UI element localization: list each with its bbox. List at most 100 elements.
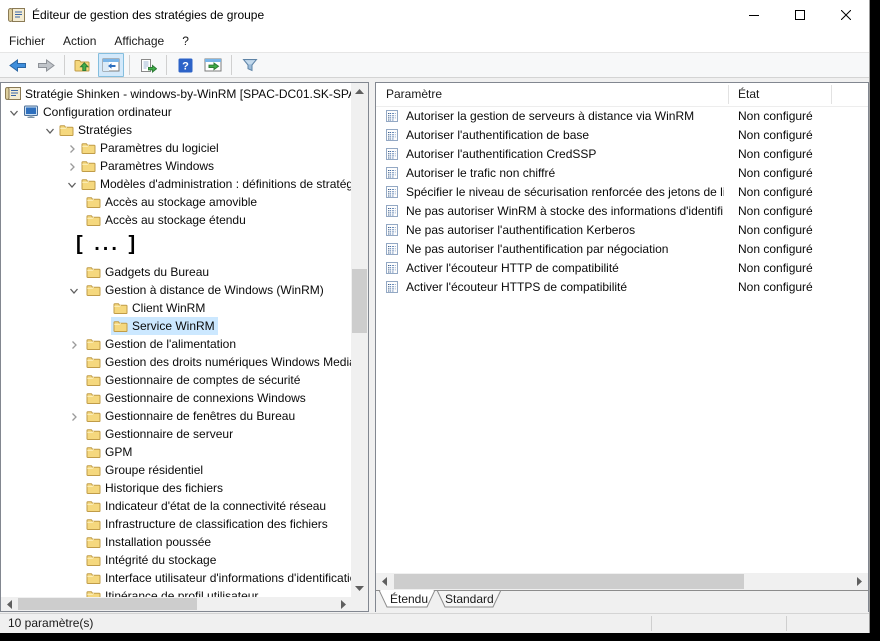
tree-item[interactable]: Service WinRM [1, 317, 351, 335]
chevron-down-icon[interactable] [67, 179, 77, 189]
status-bar: 10 paramètre(s) [0, 613, 869, 633]
close-button[interactable] [823, 0, 869, 30]
tree-item[interactable]: Itinérance de profil utilisateur [1, 587, 351, 597]
chevron-right-icon[interactable] [69, 411, 79, 421]
param-row[interactable]: Spécifier le niveau de sécurisation renf… [376, 183, 868, 202]
tab-standard[interactable]: Standard [445, 592, 494, 606]
chevron-right-icon[interactable] [67, 143, 77, 153]
scroll-left-icon[interactable] [1, 597, 17, 611]
tree-item-label: Infrastructure de classification des fic… [105, 515, 328, 533]
param-row[interactable]: Ne pas autoriser WinRM à stocke des info… [376, 202, 868, 221]
param-row[interactable]: Activer l'écouteur HTTP de compatibilité… [376, 259, 868, 278]
scrollbar-thumb[interactable] [18, 598, 197, 610]
scroll-left-icon[interactable] [376, 573, 393, 590]
column-header-etat[interactable]: État [738, 87, 759, 101]
tree-item[interactable]: Accès au stockage étendu [1, 211, 351, 229]
param-name[interactable]: Autoriser l'authentification de base [406, 128, 589, 142]
tree-horizontal-scrollbar[interactable] [1, 597, 351, 611]
menu-affichage[interactable]: Affichage [105, 31, 173, 51]
tree-item[interactable]: Stratégies [1, 121, 351, 139]
help-button[interactable]: ? [172, 53, 198, 77]
param-row[interactable]: Autoriser l'authentification de baseNon … [376, 126, 868, 145]
column-divider[interactable] [728, 85, 729, 104]
chevron-down-icon[interactable] [69, 285, 79, 295]
tree-item[interactable]: Infrastructure de classification des fic… [1, 515, 351, 533]
tree-item[interactable]: Intégrité du stockage [1, 551, 351, 569]
param-name[interactable]: Autoriser le trafic non chiffré [406, 166, 555, 180]
tree-item[interactable]: Gestion des droits numériques Windows Me… [1, 353, 351, 371]
tab-etendu[interactable]: Étendu [390, 592, 428, 606]
filter-icon [242, 58, 258, 72]
menu-action[interactable]: Action [54, 31, 105, 51]
scrollbar-thumb[interactable] [352, 269, 367, 333]
console-tree-button[interactable] [98, 53, 124, 77]
back-button[interactable] [5, 53, 31, 77]
forward-button[interactable] [33, 53, 59, 77]
param-name[interactable]: Activer l'écouteur HTTPS de compatibilit… [406, 280, 627, 294]
chevron-down-icon[interactable] [9, 107, 19, 117]
tree-item[interactable]: Configuration ordinateur [1, 103, 351, 121]
tree-item[interactable]: Gestionnaire de comptes de sécurité [1, 371, 351, 389]
tree-item[interactable]: Gestion à distance de Windows (WinRM) [1, 281, 351, 299]
folder-icon [86, 464, 101, 476]
console-tree-pane: Stratégie Shinken - windows-by-WinRM [SP… [0, 82, 369, 612]
tree-item[interactable]: Accès au stockage amovible [1, 193, 351, 211]
scroll-right-icon[interactable] [851, 573, 868, 590]
scroll-up-icon[interactable] [351, 83, 368, 100]
tree-item[interactable]: Client WinRM [1, 299, 351, 317]
tree-item-label: Gestionnaire de fenêtres du Bureau [105, 407, 295, 425]
param-name[interactable]: Ne pas autoriser l'authentification Kerb… [406, 223, 635, 237]
param-row[interactable]: Autoriser l'authentification CredSSPNon … [376, 145, 868, 164]
minimize-button[interactable] [731, 0, 777, 30]
param-name[interactable]: Activer l'écouteur HTTP de compatibilité [406, 261, 619, 275]
tree-item[interactable]: Interface utilisateur d'informations d'i… [1, 569, 351, 587]
scroll-down-icon[interactable] [351, 580, 368, 597]
tree-item[interactable]: Groupe résidentiel [1, 461, 351, 479]
column-header-parametre[interactable]: Paramètre [386, 87, 442, 101]
param-name[interactable]: Ne pas autoriser WinRM à stocke des info… [406, 204, 724, 218]
filter-button[interactable] [237, 53, 263, 77]
menu-fichier[interactable]: Fichier [0, 31, 54, 51]
param-row[interactable]: Autoriser le trafic non chiffréNon confi… [376, 164, 868, 183]
maximize-button[interactable] [777, 0, 823, 30]
param-name[interactable]: Autoriser l'authentification CredSSP [406, 147, 596, 161]
tree-item[interactable]: Gadgets du Bureau [1, 263, 351, 281]
scroll-right-icon[interactable] [335, 597, 351, 611]
scrollbar-thumb[interactable] [394, 574, 744, 589]
param-row[interactable]: Activer l'écouteur HTTPS de compatibilit… [376, 278, 868, 297]
param-name[interactable]: Ne pas autoriser l'authentification par … [406, 242, 668, 256]
tree-item[interactable]: Gestionnaire de fenêtres du Bureau [1, 407, 351, 425]
folder-icon [81, 178, 96, 190]
tree-item-label: Service WinRM [132, 317, 215, 335]
list-horizontal-scrollbar[interactable] [376, 573, 868, 590]
tree-item[interactable]: Modèles d'administration : définitions d… [1, 175, 351, 193]
param-row[interactable]: Ne pas autoriser l'authentification Kerb… [376, 221, 868, 240]
tree-item[interactable]: Installation poussée [1, 533, 351, 551]
tree-item[interactable]: Gestionnaire de connexions Windows [1, 389, 351, 407]
show-window-button[interactable] [200, 53, 226, 77]
param-name[interactable]: Spécifier le niveau de sécurisation renf… [406, 185, 724, 199]
tree-item[interactable]: Stratégie Shinken - windows-by-WinRM [SP… [1, 85, 351, 103]
export-list-button[interactable] [135, 53, 161, 77]
column-divider[interactable] [831, 85, 832, 104]
tree-item[interactable]: Gestion de l'alimentation [1, 335, 351, 353]
menu-help[interactable]: ? [173, 31, 198, 51]
folder-icon [86, 392, 101, 404]
tree-item[interactable]: Paramètres du logiciel [1, 139, 351, 157]
chevron-down-icon[interactable] [45, 125, 55, 135]
tree-item[interactable]: Indicateur d'état de la connectivité rés… [1, 497, 351, 515]
policy-setting-icon [385, 204, 399, 221]
tree-vertical-scrollbar[interactable] [351, 83, 368, 597]
chevron-right-icon[interactable] [67, 161, 77, 171]
param-name[interactable]: Autoriser la gestion de serveurs à dista… [406, 109, 694, 123]
tree-item[interactable]: Gestionnaire de serveur [1, 425, 351, 443]
param-row[interactable]: Autoriser la gestion de serveurs à dista… [376, 107, 868, 126]
folder-up-button[interactable] [70, 53, 96, 77]
folder-icon [86, 374, 101, 386]
tree-item[interactable]: GPM [1, 443, 351, 461]
tree-item[interactable]: Paramètres Windows [1, 157, 351, 175]
chevron-right-icon[interactable] [69, 339, 79, 349]
param-row[interactable]: Ne pas autoriser l'authentification par … [376, 240, 868, 259]
tree-item[interactable]: Historique des fichiers [1, 479, 351, 497]
view-tabstrip: Étendu Standard [376, 590, 868, 612]
